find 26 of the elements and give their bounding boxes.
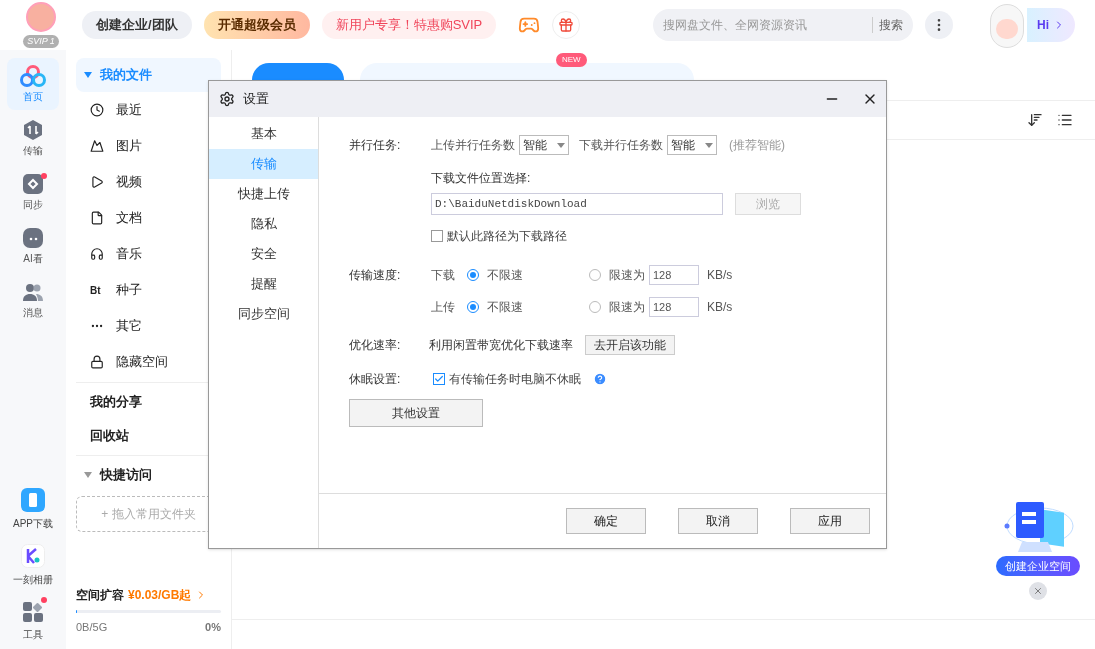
section-label: 优化速率: <box>349 337 402 354</box>
radio-label: 不限速 <box>487 299 524 316</box>
section-label: 并行任务: <box>349 137 402 154</box>
direction-label: 上传 <box>431 299 456 316</box>
unit-label: KB/s <box>707 299 733 316</box>
hint-text: (推荐智能) <box>729 137 785 154</box>
storage-label: 空间扩容 <box>76 586 124 604</box>
location-label: 下载文件位置选择: <box>431 171 531 185</box>
section-label: 传输速度: <box>349 267 402 284</box>
vip-badge: SVIP 1 <box>23 35 59 48</box>
unit-label: KB/s <box>707 267 733 284</box>
field-label: 下载并行任务数 <box>579 137 663 154</box>
direction-label: 下载 <box>431 267 456 284</box>
storage-usage: 0B/5G <box>76 619 108 635</box>
field-label: 上传并行任务数 <box>431 137 515 154</box>
section-label: 休眠设置: <box>349 371 402 388</box>
dialog-title: 设置 <box>243 90 269 109</box>
checkbox-label: 默认此路径为下载路径 <box>447 228 567 245</box>
storage-percent: 0% <box>205 619 221 635</box>
radio-label: 不限速 <box>487 267 524 284</box>
checkbox-label: 有传输任务时电脑不休眠 <box>449 371 581 388</box>
bt-icon: Bt <box>90 282 104 298</box>
radio-label: 限速为 <box>609 267 645 284</box>
new-badge: NEW <box>556 53 587 67</box>
optimize-text: 利用闲置带宽优化下载速率 <box>429 337 573 354</box>
radio-label: 限速为 <box>609 299 645 316</box>
